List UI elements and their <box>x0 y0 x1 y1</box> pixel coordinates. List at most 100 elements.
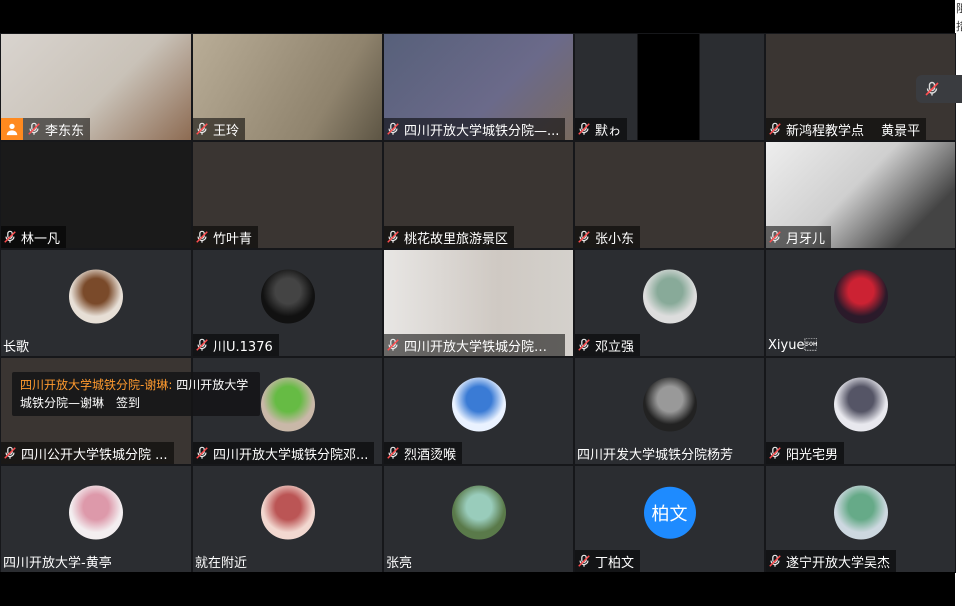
avatar <box>260 269 315 324</box>
participant-grid: 李东东 王玲 四川开放大学城铁分院—... 默ゎ 新鸿程教学点 黄景平林一凡 竹叶青 桃花故… <box>0 33 957 573</box>
mic-muted-icon <box>578 554 590 567</box>
participant-name: 默ゎ <box>595 123 622 139</box>
avatar <box>642 377 697 432</box>
mic-muted-icon <box>578 122 590 135</box>
avatar <box>451 377 506 432</box>
participant-label: 四川公开大学铁城分院 ... <box>1 442 174 464</box>
participant-tile[interactable]: 四川开发大学城铁分院杨芳 <box>574 357 765 465</box>
avatar <box>451 485 506 540</box>
participant-name: 四川开放大学-黄亭 <box>3 555 112 571</box>
participant-name: 长歌 <box>3 339 30 355</box>
participant-tile[interactable]: 就在附近 <box>192 465 383 573</box>
participant-label: 四川开放大学铁城分院龙彬 <box>384 334 566 356</box>
bottom-bar <box>0 572 955 606</box>
text-avatar: 柏文 <box>643 486 696 539</box>
participant-label: 邓立强 <box>575 334 641 356</box>
participant-label: Xiyue <box>766 334 823 356</box>
participant-label: 四川开放大学城铁分院—... <box>384 118 566 140</box>
participant-tile[interactable]: 张小东 <box>574 141 765 249</box>
participant-name: 烈酒烫喉 <box>404 447 457 463</box>
mic-muted-icon <box>769 554 781 567</box>
participant-label: 林一凡 <box>1 226 67 248</box>
participant-tile[interactable]: 默ゎ <box>574 33 765 141</box>
avatar <box>260 485 315 540</box>
avatar <box>260 377 315 432</box>
participant-label: 张小东 <box>575 226 641 248</box>
mic-muted-icon <box>387 122 399 135</box>
mic-muted-icon <box>769 230 781 243</box>
avatar <box>833 485 888 540</box>
participant-label: 桃花故里旅游景区 <box>384 226 515 248</box>
participant-name: 川U.1376 <box>213 339 273 355</box>
avatar <box>69 485 123 540</box>
mic-muted-icon <box>196 122 208 135</box>
mic-muted-icon <box>196 230 208 243</box>
participant-tile[interactable]: 阳光宅男 <box>765 357 956 465</box>
participant-tile[interactable]: 长歌 <box>0 249 192 357</box>
participant-tile[interactable]: 川U.1376 <box>192 249 383 357</box>
mic-muted-icon <box>28 122 40 135</box>
mic-muted-icon <box>769 446 781 459</box>
participant-tile[interactable]: 桃花故里旅游景区 <box>383 141 574 249</box>
participant-tile[interactable]: 林一凡 <box>0 141 192 249</box>
participant-name: 四川开放大学城铁分院邓... <box>213 447 369 463</box>
chat-notification[interactable]: 四川开放大学城铁分院-谢琳: 四川开放大学城铁分院—谢琳 签到 <box>12 372 260 416</box>
participant-name: 月牙儿 <box>786 231 826 247</box>
avatar <box>833 377 888 432</box>
participant-tile[interactable]: 遂宁开放大学吴杰 <box>765 465 956 573</box>
participant-label: 川U.1376 <box>193 334 279 356</box>
participant-name: 张小东 <box>595 231 635 247</box>
participant-label: 新鸿程教学点 黄景平 <box>766 118 927 140</box>
participant-tile[interactable]: 烈酒烫喉 <box>383 357 574 465</box>
participant-label: 遂宁开放大学吴杰 <box>766 550 897 572</box>
participant-name: 四川公开大学铁城分院 ... <box>21 447 168 463</box>
mic-muted-icon <box>769 122 781 135</box>
participant-name: 竹叶青 <box>213 231 253 247</box>
mic-muted-icon <box>4 446 16 459</box>
host-icon <box>1 118 23 140</box>
participant-label: 李东东 <box>1 118 91 140</box>
participant-tile[interactable]: Xiyue <box>765 249 956 357</box>
participant-name: 林一凡 <box>21 231 61 247</box>
avatar <box>69 269 123 324</box>
participant-name: 李东东 <box>45 123 85 139</box>
participant-label: 阳光宅男 <box>766 442 845 464</box>
participant-label: 四川开放大学-黄亭 <box>1 550 118 572</box>
avatar <box>642 269 697 324</box>
participant-label: 王玲 <box>193 118 246 140</box>
participant-label: 丁柏文 <box>575 550 641 572</box>
participant-label: 默ゎ <box>575 118 628 140</box>
side-mic-toggle[interactable] <box>916 75 962 103</box>
participant-tile[interactable]: 四川开放大学-黄亭 <box>0 465 192 573</box>
mic-muted-icon <box>925 81 939 96</box>
participant-tile[interactable]: 四川开放大学城铁分院—... <box>383 33 574 141</box>
mic-muted-icon <box>387 338 399 351</box>
participant-name: 四川开放大学铁城分院龙彬 <box>404 339 560 355</box>
mic-muted-icon <box>387 230 399 243</box>
participant-tile[interactable]: 李东东 <box>0 33 192 141</box>
participant-name: 张亮 <box>386 555 413 571</box>
participant-name: 丁柏文 <box>595 555 635 571</box>
participant-tile[interactable]: 张亮 <box>383 465 574 573</box>
participant-name: 阳光宅男 <box>786 447 839 463</box>
mic-muted-icon <box>4 230 16 243</box>
participant-label: 烈酒烫喉 <box>384 442 463 464</box>
mic-muted-icon <box>196 338 208 351</box>
participant-tile[interactable]: 月牙儿 <box>765 141 956 249</box>
participant-tile[interactable]: 邓立强 <box>574 249 765 357</box>
mic-muted-icon <box>196 446 208 459</box>
participant-tile[interactable]: 四川开放大学铁城分院龙彬 <box>383 249 574 357</box>
participant-label: 四川开放大学城铁分院邓... <box>193 442 375 464</box>
top-bar <box>0 0 962 33</box>
participant-label: 竹叶青 <box>193 226 259 248</box>
participant-tile[interactable]: 竹叶青 <box>192 141 383 249</box>
participant-label: 张亮 <box>384 550 418 572</box>
participant-label: 四川开发大学城铁分院杨芳 <box>575 442 739 464</box>
meeting-window: 阻措 李东东 王玲 四川开放大学城铁分院—... 默ゎ 新鸿程教学点 黄景平林一凡 竹叶青… <box>0 0 962 606</box>
participant-tile[interactable]: 王玲 <box>192 33 383 141</box>
right-strip-text: 阻措 <box>956 2 962 33</box>
participant-label: 就在附近 <box>193 550 253 572</box>
participant-tile[interactable]: 柏文 丁柏文 <box>574 465 765 573</box>
participant-name: 四川开发大学城铁分院杨芳 <box>577 447 734 463</box>
mic-muted-icon <box>387 446 399 459</box>
